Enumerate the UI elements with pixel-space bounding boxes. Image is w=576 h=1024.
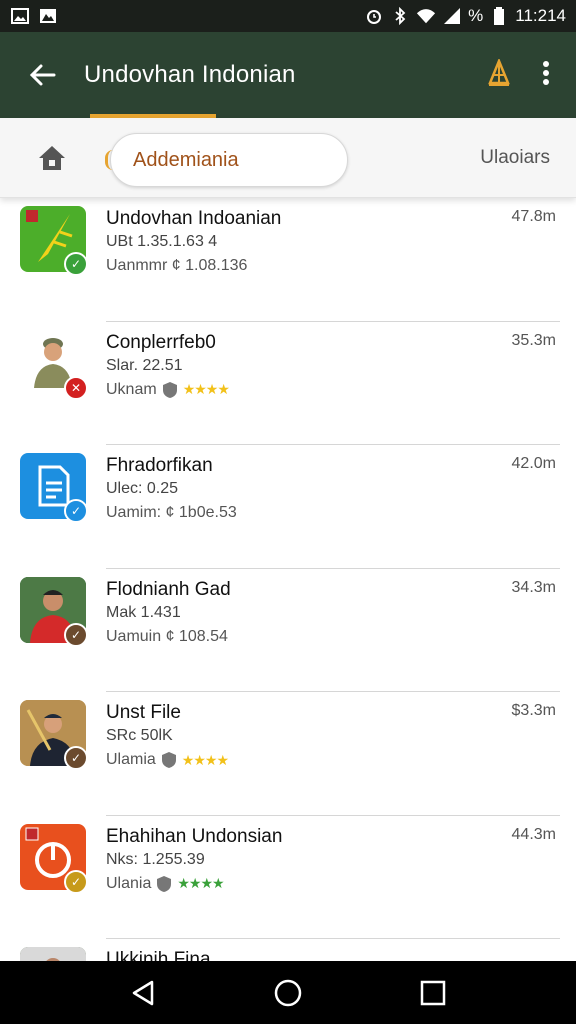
status-bar: % 11:214 [0,0,576,32]
list-item[interactable]: ✓ Ehahihan Undonsian Nks: 1.255.39 Ulani… [0,816,576,939]
nav-recents-button[interactable] [403,961,463,1024]
rating-stars: ★★★★ [177,875,224,891]
home-button[interactable] [0,118,104,198]
shield-icon [161,751,177,769]
app-name: Conplerrfeb0 [106,331,216,353]
check-badge-icon: ✓ [64,252,88,276]
gallery-icon [10,7,30,25]
app-name: Unst File [106,702,181,723]
app-meta: Uamuin ¢ 108.54 [106,628,228,646]
app-version: Mak 1.431 [106,603,181,621]
shield-icon [156,875,172,893]
back-triangle-icon [132,980,153,1005]
check-badge-icon: ✓ [64,499,88,523]
app-name: Undovhan Indoanian [106,208,282,229]
filter-chip[interactable]: Addemiania [110,133,348,187]
list-item[interactable]: ✕ Conplerrfeb0 Slar. 22.51 Uknam ★★★★ 35… [0,322,576,445]
app-size: 47.8m [511,208,556,225]
nav-home-button[interactable] [258,961,318,1024]
wifi-icon [416,7,436,25]
list-item[interactable]: ✓ Undovhan Indoanian UBt 1.35.1.63 4 Uan… [0,198,576,322]
status-time: 11:214 [515,6,566,25]
app-list: ✓ Undovhan Indoanian UBt 1.35.1.63 4 Uan… [0,198,576,961]
list-item[interactable]: Ukkinih Fina [0,939,576,961]
filter-right-label[interactable]: Ulaoiars [480,118,550,198]
shield-icon [162,381,178,399]
signal-icon [442,7,462,25]
list-item[interactable]: ✓ Fhradorfikan Ulec: 0.25 Uamim: ¢ 1b0e.… [0,445,576,569]
recents-square-icon [421,980,446,1005]
back-arrow-icon [29,64,56,86]
back-button[interactable] [0,32,84,118]
app-name: Ukkinih Fina [106,949,211,961]
app-meta-text: Ulamia [106,751,156,768]
app-size: $3.3m [511,702,556,719]
home-circle-icon [274,979,302,1006]
app-version: Ulec: 0.25 [106,480,179,497]
battery-icon [489,7,509,25]
app-meta-text: Ulania [106,874,152,892]
overflow-menu-icon [543,60,549,85]
app-version: Slar. 22.51 [106,356,183,374]
app-bar: Undovhan Indonian [0,32,576,118]
overflow-menu-button[interactable] [542,60,550,91]
app-size: 44.3m [511,825,556,843]
image-icon [38,7,58,25]
check-badge-icon: ✓ [64,746,88,770]
list-item[interactable]: ✓ Unst File SRc 50lK Ulamia ★★★★ $3.3m [0,692,576,816]
app-name: Ehahihan Undonsian [106,825,283,847]
list-item[interactable]: ✓ Flodnianh Gad Mak 1.431 Uamuin ¢ 108.5… [0,569,576,692]
battery-percent: % [468,6,484,25]
app-size: 35.3m [511,331,556,349]
home-icon [39,145,65,170]
app-size: 34.3m [511,578,556,596]
app-version: SRc 50lK [106,727,173,744]
app-meta: Uanmmr ¢ 1.08.136 [106,257,247,275]
app-meta-text: Uamuin ¢ 108.54 [106,627,228,645]
person-photo-icon [20,947,86,961]
system-nav-bar [0,961,576,1024]
app-title: Undovhan Indonian [84,61,296,88]
bluetooth-icon [390,7,410,25]
alarm-icon [364,7,384,25]
remove-badge-icon: ✕ [64,375,88,400]
filter-bar: Addemiania Ulaoiars [0,118,576,198]
rating-stars: ★★★★ [181,751,229,768]
app-meta: Uamim: ¢ 1b0e.53 [106,504,237,522]
app-name: Fhradorfikan [106,455,213,476]
check-badge-icon: ✓ [64,622,88,647]
app-meta-text: Uamim: ¢ 1b0e.53 [106,504,237,521]
app-meta: Ulania ★★★★ [106,874,225,893]
app-size: 42.0m [511,455,556,472]
app-meta: Uknam ★★★★ [106,380,230,399]
check-badge-icon: ✓ [64,869,88,894]
app-version: Nks: 1.255.39 [106,850,205,868]
app-meta-text: Uknam [106,380,157,398]
signal-tower-button[interactable] [486,57,512,92]
app-version: UBt 1.35.1.63 4 [106,233,218,250]
app-meta: Ulamia ★★★★ [106,751,229,769]
signal-tower-icon [488,57,510,86]
app-name: Flodnianh Gad [106,578,231,600]
rating-stars: ★★★★ [182,381,230,397]
app-meta-text: Uanmmr ¢ 1.08.136 [106,257,248,274]
chip-edge-decoration [105,150,113,170]
nav-back-button[interactable] [113,961,173,1024]
